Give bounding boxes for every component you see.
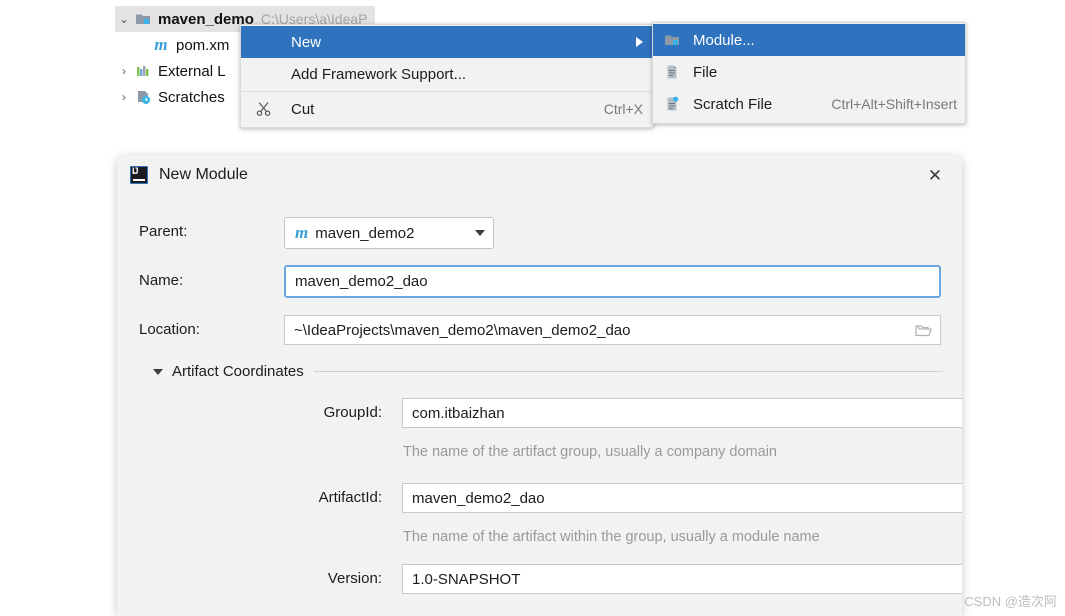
menu-item-label: Cut	[291, 100, 315, 118]
parent-dropdown[interactable]: m maven_demo2	[284, 217, 494, 249]
dialog-titlebar: New Module ✕	[117, 155, 962, 195]
maven-m-icon: m	[295, 223, 309, 242]
scratch-file-icon	[661, 96, 683, 112]
submenu-item-scratch-file[interactable]: Scratch File Ctrl+Alt+Shift+Insert	[653, 88, 965, 120]
new-submenu: Module... File Scratch File Ctrl+Alt+Shi…	[652, 22, 966, 124]
submenu-item-shortcut: Ctrl+Alt+Shift+Insert	[831, 96, 957, 112]
artifactid-label: ArtifactId:	[318, 489, 382, 506]
parent-label: Parent:	[139, 223, 188, 240]
file-icon	[661, 64, 683, 80]
new-module-dialog: New Module ✕ Parent: m maven_demo2 Name:…	[117, 155, 962, 616]
tree-item-label: Scratches	[158, 88, 225, 106]
groupid-label: GroupId:	[323, 404, 382, 421]
location-input[interactable]	[285, 316, 906, 344]
artifactid-input[interactable]	[402, 483, 962, 513]
module-folder-icon	[133, 11, 153, 27]
chevron-down-icon[interactable]	[475, 230, 485, 236]
submenu-item-file[interactable]: File	[653, 56, 965, 88]
chevron-right-icon[interactable]: ›	[115, 91, 133, 103]
menu-item-shortcut: Ctrl+X	[603, 101, 643, 117]
submenu-item-label: Scratch File	[693, 95, 773, 113]
menu-separator	[241, 91, 653, 92]
location-field-wrapper	[284, 315, 941, 345]
chevron-down-icon[interactable]	[153, 368, 163, 375]
scissors-icon	[253, 101, 275, 117]
version-input[interactable]	[402, 564, 962, 594]
context-menu: New Add Framework Support... Cut Ctrl+X	[240, 24, 654, 128]
groupid-input[interactable]	[402, 398, 962, 428]
name-input[interactable]	[284, 265, 941, 298]
artifactid-hint: The name of the artifact within the grou…	[403, 529, 820, 545]
menu-item-new[interactable]: New	[241, 26, 653, 58]
external-libraries-icon	[133, 63, 153, 79]
dialog-title: New Module	[159, 166, 248, 183]
location-label: Location:	[139, 321, 200, 338]
submenu-item-module[interactable]: Module...	[653, 24, 965, 56]
name-row: Name:	[117, 265, 962, 299]
close-icon[interactable]: ✕	[922, 162, 948, 188]
maven-m-icon: m	[154, 35, 168, 54]
section-title: Artifact Coordinates	[172, 363, 304, 380]
section-divider	[313, 371, 943, 372]
chevron-down-icon[interactable]: ⌄	[115, 13, 133, 25]
submenu-item-label: File	[693, 63, 718, 81]
menu-item-cut[interactable]: Cut Ctrl+X	[241, 93, 653, 125]
module-icon	[661, 32, 683, 48]
name-label: Name:	[139, 272, 184, 289]
artifact-coordinates-section-header[interactable]: Artifact Coordinates	[153, 363, 943, 380]
scratches-icon	[133, 89, 153, 105]
submenu-arrow-icon	[636, 37, 643, 47]
groupid-hint: The name of the artifact group, usually …	[403, 444, 777, 460]
menu-item-label: Add Framework Support...	[291, 65, 467, 83]
version-label: Version:	[327, 570, 382, 587]
tree-item-label: External L	[158, 62, 226, 80]
location-row: Location:	[117, 315, 962, 347]
chevron-right-icon[interactable]: ›	[115, 65, 133, 77]
folder-open-icon[interactable]	[906, 316, 940, 344]
intellij-idea-icon	[130, 166, 148, 184]
tree-item-label: pom.xm	[176, 36, 230, 54]
watermark: CSDN @造次阿	[964, 594, 1057, 609]
menu-item-add-framework-support[interactable]: Add Framework Support...	[241, 58, 653, 90]
submenu-item-label: Module...	[693, 31, 755, 49]
parent-selected-value: maven_demo2	[315, 224, 415, 242]
parent-row: Parent: m maven_demo2	[117, 217, 962, 251]
menu-item-label: New	[291, 33, 322, 51]
